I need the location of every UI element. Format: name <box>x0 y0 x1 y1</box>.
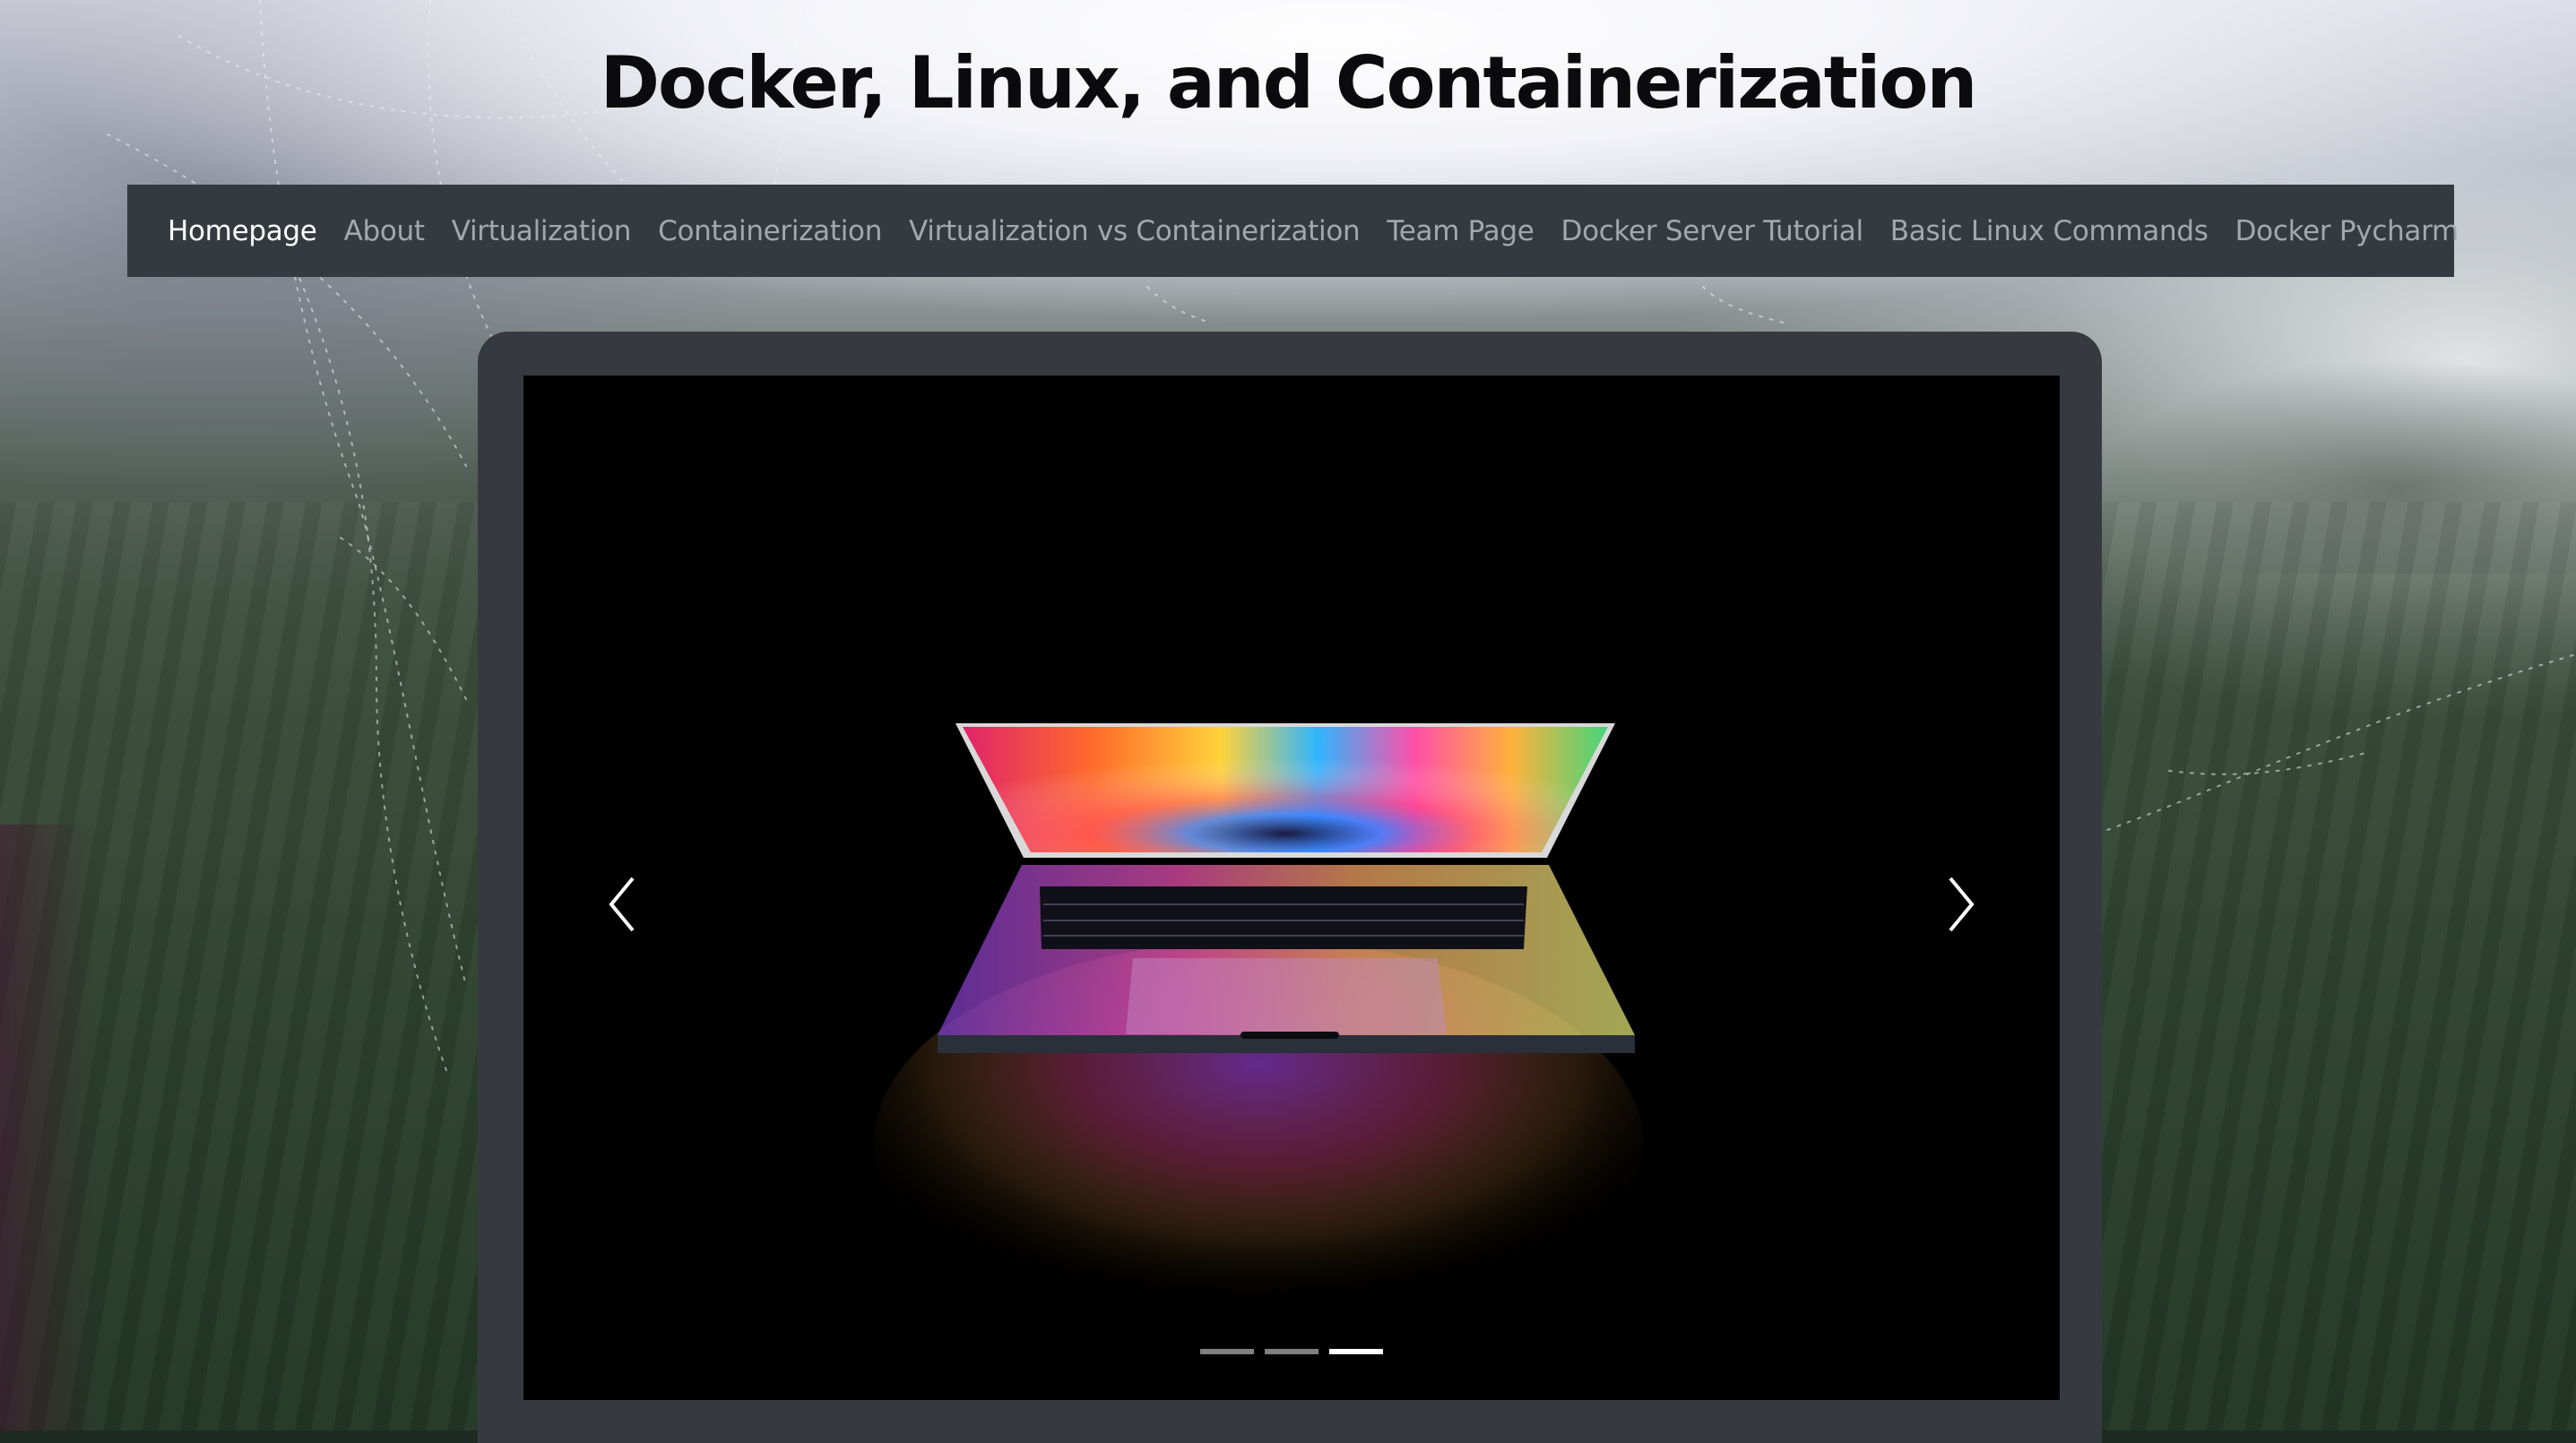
nav-link-containerization[interactable]: Containerization <box>658 215 882 247</box>
nav-link-docker-server-tutorial[interactable]: Docker Server Tutorial <box>1561 215 1864 247</box>
nav-link-virtualization[interactable]: Virtualization <box>452 215 632 247</box>
nav-link-basic-linux-commands[interactable]: Basic Linux Commands <box>1890 215 2209 247</box>
nav-link-homepage[interactable]: Homepage <box>168 215 317 247</box>
carousel-indicator-2[interactable] <box>1265 1349 1318 1354</box>
carousel-indicator-1[interactable] <box>1200 1349 1254 1354</box>
carousel-indicator-3[interactable] <box>1329 1349 1383 1354</box>
image-carousel <box>523 376 2060 1400</box>
nav-link-virtualization-vs-containerization[interactable]: Virtualization vs Containerization <box>909 215 1361 247</box>
nav-link-about[interactable]: About <box>344 215 425 247</box>
carousel-indicators <box>523 1349 2060 1354</box>
page-title: Docker, Linux, and Containerization <box>600 41 1978 125</box>
chevron-right-icon <box>1949 877 1975 932</box>
carousel-prev-button[interactable] <box>568 842 676 967</box>
nav-link-docker-pycharm[interactable]: Docker Pycharm <box>2235 215 2459 247</box>
nav-link-team-page[interactable]: Team Page <box>1387 215 1534 247</box>
navbar: Homepage About Virtualization Containeri… <box>127 185 2459 277</box>
chevron-left-icon <box>609 877 635 932</box>
laptop-photo <box>523 376 2060 1400</box>
carousel-next-button[interactable] <box>1907 842 2015 967</box>
